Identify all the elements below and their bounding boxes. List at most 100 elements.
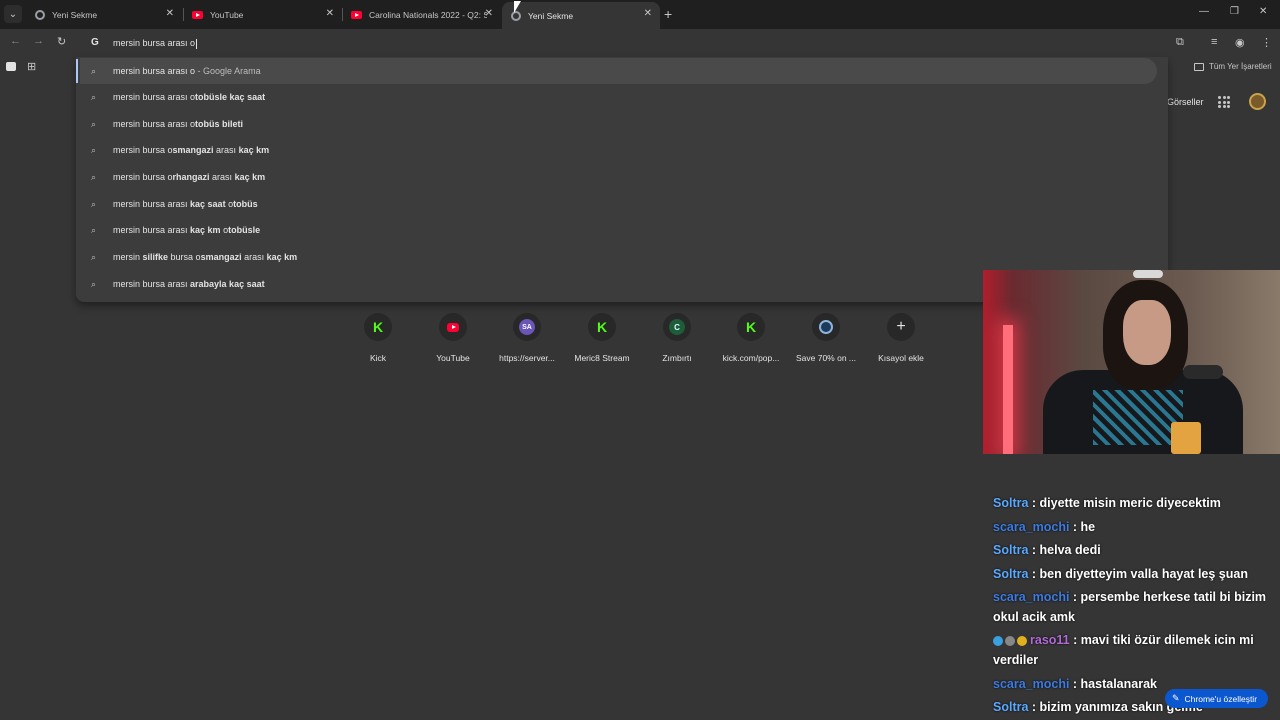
badge-icon: [1005, 635, 1015, 646]
chat-message: scara_mochi : persembe herkese tatil bi …: [993, 590, 1267, 624]
chat-username: Soltra: [993, 543, 1029, 557]
search-icon: ⌕: [91, 144, 97, 155]
google-g-icon: G: [91, 37, 99, 48]
shortcut-meric8-stream[interactable]: K Meric8 Stream: [567, 313, 637, 363]
google-apps-icon[interactable]: [1218, 96, 1230, 108]
shirt-graphic: [1093, 390, 1183, 445]
search-icon: ⌕: [91, 251, 97, 262]
all-bookmarks-button[interactable]: Tüm Yer İşaretleri: [1194, 62, 1272, 71]
back-arrow-icon[interactable]: ←: [10, 35, 21, 47]
chat-username: Soltra: [993, 496, 1029, 510]
suggestion-text: mersin bursa orhangazi arası kaç km: [113, 172, 266, 182]
sa-icon: SA: [513, 313, 541, 341]
microphone: [1183, 365, 1223, 379]
mouse-cursor-icon: [514, 1, 521, 13]
media-control-icon[interactable]: ≡: [1211, 36, 1217, 48]
shortcut-zimbirti[interactable]: C Zımbırtı: [642, 313, 712, 363]
headphones: [1133, 270, 1163, 278]
folder-icon: [1194, 62, 1204, 71]
kick-icon: K: [737, 313, 765, 341]
suggestion-item[interactable]: ⌕ mersin silifke bursa osmangazi arası k…: [76, 244, 1168, 270]
tab-search-button[interactable]: ⌄: [4, 5, 22, 23]
restore-icon[interactable]: ❐: [1230, 6, 1239, 17]
extensions-icon[interactable]: ⧉: [1176, 36, 1184, 49]
chat-username: raso11: [1030, 633, 1070, 647]
search-icon: ⌕: [91, 118, 97, 129]
close-icon[interactable]: ✕: [326, 8, 334, 19]
reading-mode-icon[interactable]: [6, 62, 16, 71]
add-shortcut-button[interactable]: + Kısayol ekle: [866, 313, 936, 363]
suggestion-text: mersin bursa arası otobüsle kaç saat: [113, 92, 266, 102]
chat-message: raso11 : mavi tiki özür dilemek icin mi …: [993, 633, 1254, 667]
suggestion-item[interactable]: ⌕ mersin bursa osmangazi arası kaç km: [76, 137, 1168, 163]
text-caret: [196, 38, 198, 49]
chat-text: helva dedi: [1039, 543, 1101, 557]
badge-icon: [1017, 635, 1027, 646]
menu-kebab-icon[interactable]: ⋮: [1261, 36, 1272, 49]
suggestion-item[interactable]: ⌕ mersin bursa arası o - Google Arama: [80, 58, 1157, 84]
tab-title: YouTube: [210, 9, 244, 20]
search-icon: ⌕: [91, 224, 97, 235]
profile-icon[interactable]: ◉: [1235, 36, 1245, 49]
tab-new-tab-active[interactable]: Yeni Sekme ✕: [502, 2, 660, 29]
suggestion-text: mersin bursa arası o - Google Arama: [113, 66, 261, 76]
search-icon: ⌕: [91, 65, 97, 76]
forward-arrow-icon[interactable]: →: [33, 35, 44, 47]
badge-icon: [993, 635, 1003, 646]
plus-icon: +: [887, 313, 915, 341]
youtube-icon: [351, 9, 362, 20]
close-icon[interactable]: ✕: [485, 8, 493, 19]
chat-message: Soltra : ben diyetteyim valla hayat leş …: [993, 567, 1248, 581]
shortcut-label: Kick: [369, 353, 387, 363]
tab-youtube[interactable]: YouTube ✕: [184, 2, 342, 27]
suggestion-item[interactable]: ⌕ mersin bursa orhangazi arası kaç km: [76, 164, 1168, 190]
chrome-icon: [34, 9, 45, 20]
red-lamp: [1003, 325, 1013, 454]
new-tab-plus-icon[interactable]: +: [664, 6, 672, 22]
suggestion-item[interactable]: ⌕ mersin bursa arası otobüs bileti: [76, 111, 1168, 137]
close-icon[interactable]: ✕: [166, 8, 174, 19]
chat-message: Soltra : helva dedi: [993, 543, 1101, 557]
tab-strip: ⌄ Yeni Sekme ✕ YouTube ✕ Carolina Nation…: [0, 0, 1280, 29]
suggestion-text: mersin bursa arası kaç saat otobüs: [113, 199, 258, 209]
suggestion-text: mersin bursa osmangazi arası kaç km: [113, 145, 270, 155]
streamer-face: [1123, 300, 1171, 365]
close-window-icon[interactable]: ✕: [1259, 6, 1267, 17]
shortcut-kick-pop[interactable]: K kick.com/pop...: [716, 313, 786, 363]
toolbar: ← → ↻ G mersin bursa arası o ⧉ ≡ ◉ ⋮: [0, 29, 1280, 57]
selection-indicator: [76, 59, 78, 83]
suggestion-text: mersin bursa arası kaç km otobüsle: [113, 225, 261, 235]
shortcut-label: https://server...: [499, 353, 555, 363]
shortcut-steam-sale[interactable]: Save 70% on ...: [791, 313, 861, 363]
avatar[interactable]: [1249, 93, 1266, 110]
close-icon[interactable]: ✕: [644, 8, 652, 19]
chat-username: scara_mochi: [993, 677, 1070, 691]
tab-new-tab-1[interactable]: Yeni Sekme ✕: [26, 2, 182, 27]
chat-text: ben diyetteyim valla hayat leş şuan: [1039, 567, 1248, 581]
suggestion-text: mersin bursa arası arabayla kaç saat: [113, 279, 265, 289]
shortcut-server[interactable]: SA https://server...: [492, 313, 562, 363]
shortcut-label: Meric8 Stream: [574, 353, 630, 363]
suggestion-item[interactable]: ⌕ mersin bursa arası otobüsle kaç saat: [76, 84, 1168, 110]
shortcut-youtube[interactable]: YouTube: [418, 313, 488, 363]
tab-title: Yeni Sekme: [52, 9, 98, 20]
shortcut-kick[interactable]: K Kick: [343, 313, 413, 363]
apps-grid-icon[interactable]: ⊞: [27, 60, 36, 73]
chat-text: he: [1080, 520, 1096, 534]
minimize-icon[interactable]: —: [1199, 6, 1209, 17]
customize-chrome-button[interactable]: ✎ Chrome'u özelleştir: [1165, 689, 1268, 708]
chat-message: Soltra : diyette misin meric diyecektim: [993, 496, 1221, 510]
tab-carolina-nationals[interactable]: Carolina Nationals 2022 - Q2: S ✕: [343, 2, 501, 27]
youtube-icon: [192, 9, 203, 20]
images-link[interactable]: Görseller: [1167, 97, 1204, 107]
drink-can: [1171, 422, 1201, 454]
chat-username: scara_mochi: [993, 590, 1070, 604]
suggestion-item[interactable]: ⌕ mersin bursa arası kaç saat otobüs: [76, 191, 1168, 217]
omnibox-value: mersin bursa arası o: [113, 38, 196, 48]
reload-icon[interactable]: ↻: [57, 35, 66, 48]
suggestion-item[interactable]: ⌕ mersin bursa arası kaç km otobüsle: [76, 217, 1168, 243]
shortcut-label: Kısayol ekle: [878, 353, 924, 363]
chat-username: Soltra: [993, 700, 1029, 714]
omnibox-input[interactable]: mersin bursa arası o: [113, 38, 198, 49]
webcam-overlay: [983, 270, 1280, 454]
